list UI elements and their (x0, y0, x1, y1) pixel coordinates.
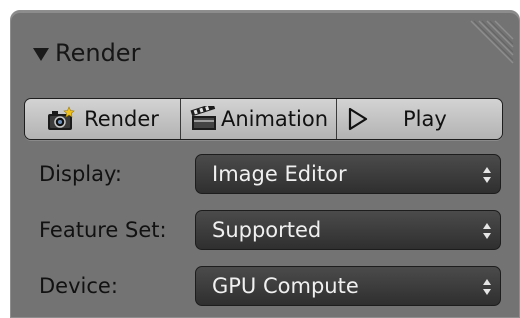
panel-header[interactable]: Render (11, 11, 519, 83)
display-value: Image Editor (212, 162, 347, 186)
up-down-arrows-icon (483, 279, 491, 295)
up-down-arrows-icon (483, 223, 491, 239)
feature-set-label: Feature Set: (39, 218, 167, 242)
display-label: Display: (39, 162, 122, 186)
camera-icon (48, 106, 75, 130)
feature-set-select[interactable]: Supported (195, 210, 501, 250)
render-button-label: Render (84, 107, 159, 131)
animation-button-label: Animation (220, 107, 329, 131)
collapse-triangle-icon[interactable] (33, 47, 49, 61)
clapperboard-icon (190, 106, 216, 130)
render-button-row: Render Animation Play (24, 98, 503, 140)
drag-grip-icon[interactable] (469, 19, 515, 65)
animation-button[interactable]: Animation (181, 99, 337, 139)
panel-title[interactable]: Render (33, 40, 140, 66)
render-button[interactable]: Render (25, 99, 181, 139)
panel-title-label: Render (55, 39, 141, 67)
up-down-arrows-icon (483, 167, 491, 183)
device-label: Device: (39, 274, 118, 298)
render-panel: Render Render Animation Play Display: Im… (10, 10, 520, 318)
play-icon (348, 107, 368, 131)
device-select[interactable]: GPU Compute (195, 266, 501, 306)
display-select[interactable]: Image Editor (195, 154, 501, 194)
device-value: GPU Compute (212, 274, 359, 298)
feature-set-value: Supported (212, 218, 322, 242)
play-button[interactable]: Play (337, 99, 502, 139)
play-button-label: Play (403, 107, 447, 131)
